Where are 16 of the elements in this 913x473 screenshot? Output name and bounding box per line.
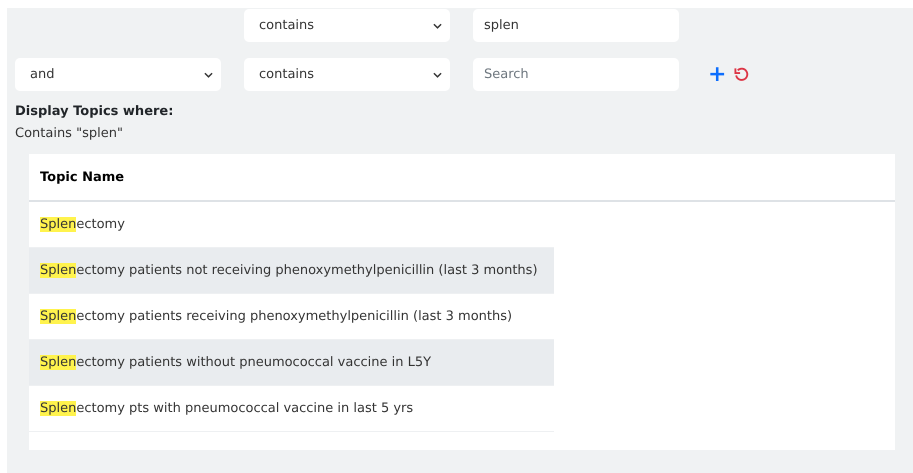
table-row[interactable]: Splenectomy patients without pneumococcal vaccine in L5Y xyxy=(29,340,554,386)
dropdown[interactable]: contains xyxy=(244,9,450,42)
search-field[interactable]: splen xyxy=(473,9,679,42)
caret-icon xyxy=(433,22,442,28)
search-field[interactable]: Search xyxy=(473,58,679,91)
summary-heading: Display Topics where: xyxy=(15,103,174,121)
table-row[interactable]: Splenectomy patients not receiving phenoxymethylpenicillin (last 3 months) xyxy=(29,248,554,294)
table-row[interactable]: Splenectomy pts with pneumococcal vaccine in last 5 yrs xyxy=(29,386,554,432)
summary-text: Contains "splen" xyxy=(15,125,124,143)
add-button[interactable]: + xyxy=(708,64,726,84)
dropdown[interactable]: and xyxy=(15,58,221,91)
reset-icon[interactable] xyxy=(734,67,750,82)
column-header: Topic Name xyxy=(40,170,124,184)
dropdown[interactable]: contains xyxy=(244,58,450,91)
caret-icon xyxy=(433,72,442,78)
caret-icon xyxy=(204,72,213,78)
